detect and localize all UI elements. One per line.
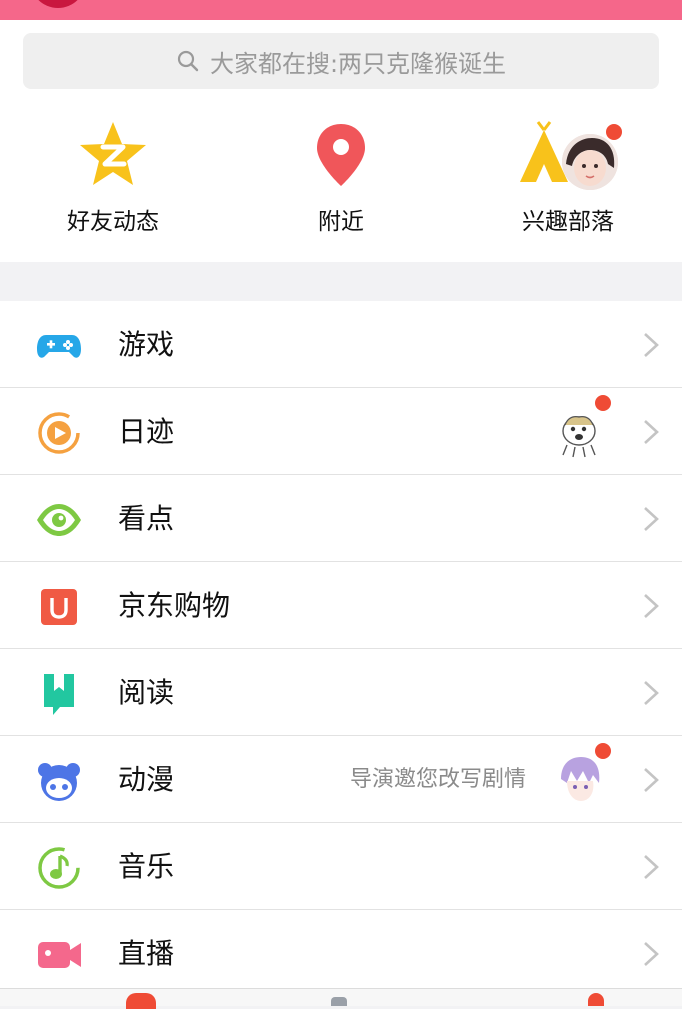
riji-thumbnail	[553, 395, 611, 459]
gamepad-icon	[37, 335, 81, 358]
user-avatar[interactable]	[30, 0, 86, 8]
menu-item-label: 动漫	[118, 763, 175, 796]
menu-item-label: 京东购物	[118, 589, 231, 622]
menu-item-reading[interactable]: 阅读	[0, 649, 682, 736]
search-input[interactable]: 大家都在搜:两只克隆猴诞生	[23, 33, 659, 89]
top-bar	[0, 0, 682, 20]
chevron-right-icon	[644, 681, 659, 705]
bottom-tab-bar[interactable]	[0, 988, 682, 1009]
play-circle-icon	[38, 412, 80, 454]
notification-dot	[606, 124, 622, 140]
quick-entry-label: 好友动态	[67, 209, 159, 235]
menu-item-games[interactable]: 游戏	[0, 301, 682, 388]
menu-item-riji[interactable]: 日迹	[0, 388, 682, 475]
tab-badge	[126, 993, 156, 1009]
discover-header-panel: 大家都在搜:两只克隆猴诞生 好友动态 附近 兴趣部落	[0, 20, 682, 262]
location-pin-icon	[317, 124, 365, 186]
menu-item-label: 音乐	[118, 850, 175, 883]
anime-face-icon	[38, 763, 80, 801]
menu-item-live[interactable]: 直播	[0, 910, 682, 997]
tab-badge	[588, 993, 604, 1006]
menu-item-anime[interactable]: 动漫 导演邀您改写剧情	[0, 736, 682, 823]
quick-entry-interest-tribe[interactable]: 兴趣部落	[468, 120, 668, 236]
menu-item-label: 看点	[118, 502, 175, 535]
menu-item-jd-shopping[interactable]: 京东购物	[0, 562, 682, 649]
zone-star-icon	[80, 122, 146, 185]
anime-promo-text: 导演邀您改写剧情	[349, 767, 526, 792]
notification-dot	[595, 743, 611, 759]
search-icon	[177, 50, 199, 72]
menu-item-label: 阅读	[118, 676, 175, 709]
quick-entry-friend-feed[interactable]: 好友动态	[13, 120, 213, 236]
chevron-right-icon	[644, 768, 659, 792]
search-placeholder: 大家都在搜:两只克隆猴诞生	[209, 49, 507, 78]
menu-item-label: 游戏	[118, 328, 175, 361]
bookmark-icon	[44, 674, 74, 715]
tribe-avatar	[562, 134, 618, 190]
quick-entry-label: 兴趣部落	[522, 209, 614, 235]
anime-thumbnail	[553, 743, 611, 807]
chevron-right-icon	[644, 333, 659, 357]
notification-dot	[595, 395, 611, 411]
chevron-right-icon	[644, 855, 659, 879]
menu-item-label: 直播	[118, 937, 175, 970]
menu-item-label: 日迹	[118, 415, 175, 448]
feature-menu-list: 游戏 日迹 看点 京东购物 阅读 动漫 导演邀您改写剧情 音乐 直播	[0, 301, 682, 997]
quick-entry-nearby[interactable]: 附近	[241, 120, 441, 236]
chevron-right-icon	[644, 942, 659, 966]
video-camera-icon	[38, 942, 81, 968]
eye-icon	[37, 504, 81, 536]
chevron-right-icon	[644, 420, 659, 444]
music-note-icon	[38, 847, 80, 889]
chevron-right-icon	[644, 594, 659, 618]
quick-entry-label: 附近	[318, 209, 364, 235]
menu-item-kandian[interactable]: 看点	[0, 475, 682, 562]
menu-item-music[interactable]: 音乐	[0, 823, 682, 910]
jd-bag-icon	[41, 589, 77, 625]
chevron-right-icon	[644, 507, 659, 531]
